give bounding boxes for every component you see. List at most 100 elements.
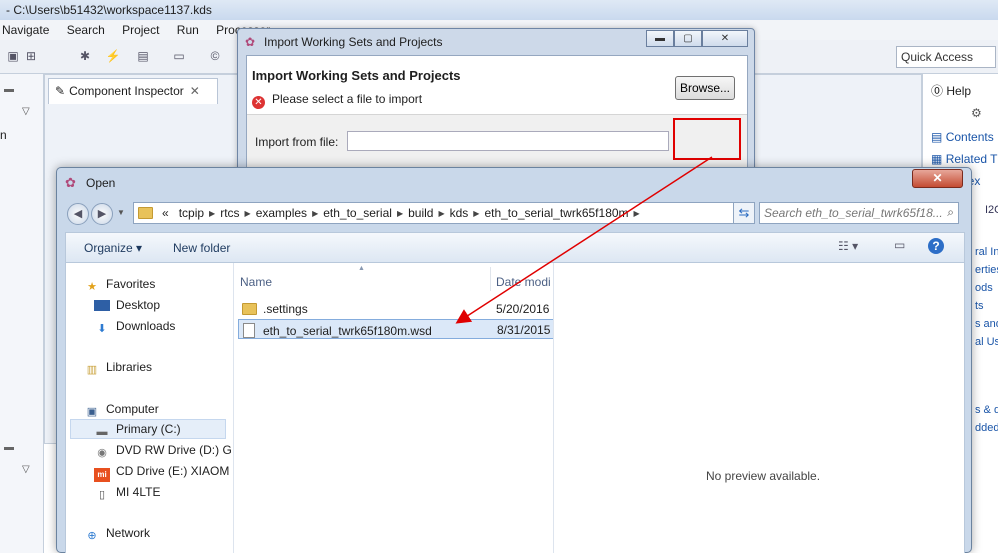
new-class-icon[interactable]: © [206, 49, 224, 65]
home-icon[interactable]: ⚙ [971, 106, 982, 120]
chevron-right-icon[interactable]: ▶ [397, 209, 403, 218]
nav-network[interactable]: ⊕ Network [84, 526, 150, 543]
help-tab[interactable]: ⓪ Help [931, 82, 971, 99]
chevron-right-icon[interactable]: ▶ [312, 209, 318, 218]
open-dialog-title: Open [86, 176, 116, 190]
quick-access-field[interactable]: Quick Access [896, 46, 996, 68]
maximize-button[interactable]: ▢ [674, 30, 702, 47]
import-dialog-title: Import Working Sets and Projects [264, 35, 443, 49]
search-icon[interactable]: ⌕ [947, 205, 954, 220]
file-browser: ★ Favorites Desktop ⬇ Downloads ▥ Libraries… [65, 262, 965, 553]
help-contents[interactable]: ▤ Contents [931, 130, 994, 144]
save-icon[interactable]: ▣ [4, 49, 22, 65]
organize-button[interactable]: Organize ▾ [84, 241, 142, 255]
help-tab-label: Help [946, 84, 972, 98]
eclipse-icon: ✿ [65, 175, 76, 190]
related-icon: ▦ [931, 152, 943, 166]
nav-dvd-drive[interactable]: ◉ DVD RW Drive (D:) G [94, 443, 232, 460]
nav-label: Downloads [116, 319, 176, 333]
refresh-button[interactable]: ⇆ [733, 202, 755, 224]
minimize-icon[interactable]: ▬ [4, 442, 14, 453]
folder-icon [242, 303, 257, 315]
nav-libraries[interactable]: ▥ Libraries [84, 360, 152, 377]
breadcrumb-build[interactable]: build [408, 206, 433, 220]
file-row-settings[interactable]: .settings 5/20/2016 1 [238, 299, 554, 319]
nav-computer[interactable]: ▣ Computer [84, 402, 159, 419]
help-icon[interactable]: ? [928, 238, 944, 254]
debug-icon[interactable]: ✱ [76, 49, 94, 65]
chevron-right-icon[interactable]: ▶ [634, 209, 640, 218]
nav-label: Network [106, 526, 151, 540]
search-input[interactable]: Search eth_to_serial_twrk65f18... ⌕ [759, 202, 959, 224]
lightning-icon[interactable]: ⚡ [104, 49, 122, 65]
nav-desktop[interactable]: Desktop [94, 298, 160, 312]
view-options-icon[interactable]: ☷ ▾ [838, 239, 858, 253]
open-folder-icon[interactable]: ▭ [170, 49, 188, 65]
chevron-right-icon[interactable]: ▶ [438, 209, 444, 218]
menu-project[interactable]: Project [122, 23, 159, 37]
dvd-icon: ◉ [97, 447, 107, 459]
view-menu-icon[interactable]: ▽ [22, 106, 30, 117]
minimize-button[interactable]: ▬ [646, 30, 674, 47]
forward-button[interactable]: ▶ [91, 203, 113, 225]
nav-label: Primary (C:) [116, 422, 181, 436]
browse-button[interactable]: Browse... [675, 76, 735, 100]
chevron-right-icon[interactable]: ▶ [473, 209, 479, 218]
breadcrumb-examples[interactable]: examples [256, 206, 307, 220]
nav-label: Desktop [116, 298, 161, 312]
file-row-wsd[interactable]: eth_to_serial_twrk65f180m.wsd 8/31/2015 … [238, 319, 553, 339]
column-header-name[interactable]: Name [240, 275, 272, 289]
import-error-message: ✕ Please select a file to import [252, 92, 422, 109]
left-fragment: n [0, 128, 7, 142]
sort-ascending-icon: ▲ [358, 265, 365, 272]
menu-search[interactable]: Search [67, 23, 105, 37]
nav-downloads[interactable]: ⬇ Downloads [94, 319, 175, 336]
menu-navigate[interactable]: Navigate [2, 23, 49, 37]
file-name: .settings [263, 302, 308, 316]
help-contents-label: Contents [945, 130, 994, 144]
minimize-icon[interactable]: ▬ [4, 84, 14, 95]
breadcrumb-eth-to-serial-twrk65f180m[interactable]: eth_to_serial_twrk65f180m [484, 206, 628, 220]
nav-cd-drive[interactable]: mi CD Drive (E:) XIAOM [94, 464, 229, 482]
tab-component-inspector[interactable]: ✎ Component Inspector ✕ [48, 78, 218, 104]
view-menu-icon[interactable]: ▽ [22, 464, 30, 475]
file-list: ▲ Name Date modi .settings 5/20/2016 1 e… [236, 263, 554, 553]
navigation-row: ◀ ▶ ▼ « tcpip ▶ rtcs ▶ examples ▶ eth_to_se… [65, 202, 965, 226]
preview-pane: No preview available. [556, 263, 966, 553]
nav-favorites[interactable]: ★ Favorites [84, 277, 155, 294]
help-related[interactable]: ▦ Related T [931, 152, 998, 166]
breadcrumb-kds[interactable]: kds [450, 206, 469, 220]
chevron-right-icon[interactable]: ▶ [245, 209, 251, 218]
chevron-right-icon[interactable]: ▶ [209, 209, 215, 218]
libraries-icon: ▥ [86, 364, 98, 376]
new-project-icon[interactable]: ▤ [134, 49, 152, 65]
nav-label: MI 4LTE [116, 485, 161, 499]
breadcrumb-overflow[interactable]: « [162, 206, 169, 220]
column-divider[interactable] [490, 267, 491, 291]
binary-icon[interactable]: ⊞ [22, 49, 40, 65]
close-button[interactable]: ✕ [702, 30, 748, 47]
menu-run[interactable]: Run [177, 23, 199, 37]
close-icon[interactable]: ✕ [190, 84, 200, 98]
back-button[interactable]: ◀ [67, 203, 89, 225]
breadcrumb-rtcs[interactable]: rtcs [220, 206, 239, 220]
nav-primary-c[interactable]: ▬ Primary (C:) [94, 422, 181, 439]
nav-mi4lte[interactable]: ▯ MI 4LTE [94, 485, 161, 502]
new-folder-button[interactable]: New folder [173, 241, 230, 255]
import-heading: Import Working Sets and Projects [252, 68, 461, 83]
file-date: 5/20/2016 1 [496, 302, 554, 316]
import-file-input[interactable] [347, 131, 669, 151]
recent-locations-icon[interactable]: ▼ [117, 208, 125, 217]
preview-message: No preview available. [706, 469, 821, 483]
breadcrumb-eth-to-serial[interactable]: eth_to_serial [323, 206, 392, 220]
quick-access-label: Quick Access [901, 50, 974, 64]
column-header-date[interactable]: Date modi [496, 275, 551, 289]
address-bar[interactable]: « tcpip ▶ rtcs ▶ examples ▶ eth_to_serial ▶ … [133, 202, 753, 224]
network-icon: ⊕ [87, 530, 97, 542]
close-button[interactable]: ✕ [912, 169, 963, 188]
search-placeholder: Search eth_to_serial_twrk65f18... [764, 206, 943, 220]
left-view: ▬ ▽ n ▬ ▽ [0, 74, 44, 553]
breadcrumb-tcpip[interactable]: tcpip [179, 206, 204, 220]
preview-pane-icon[interactable]: ▭ [894, 238, 905, 252]
command-bar: Organize ▾ New folder ☷ ▾ ▭ ? [65, 232, 965, 262]
